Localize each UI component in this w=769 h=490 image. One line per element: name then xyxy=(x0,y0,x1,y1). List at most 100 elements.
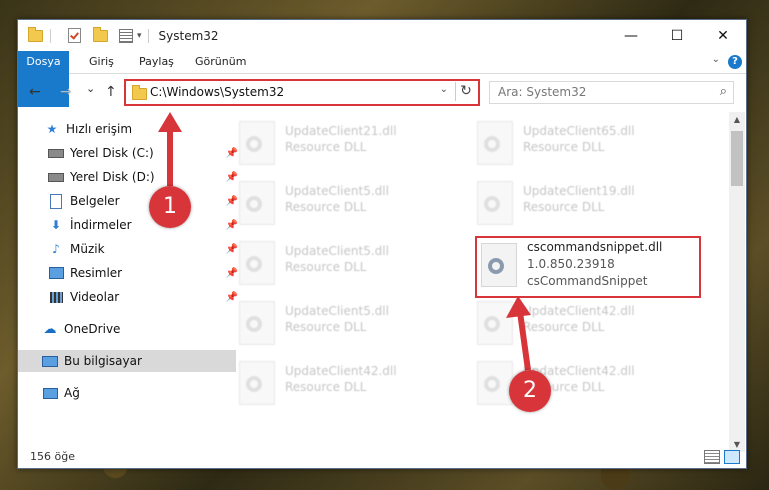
file-version: 1.0.850.23918 xyxy=(527,257,615,271)
vertical-scrollbar[interactable]: ▲ ▼ xyxy=(729,112,745,452)
search-placeholder: Ara: System32 xyxy=(498,85,587,99)
details-view-icon[interactable] xyxy=(704,450,720,464)
drive-icon xyxy=(48,170,64,184)
tab-paylas[interactable]: Paylaş xyxy=(139,51,174,73)
file-name: UpdateClient5.dll xyxy=(285,244,389,258)
file-type: Resource DLL xyxy=(285,140,367,154)
sidebar-item-label: Resimler xyxy=(70,266,123,280)
new-folder-icon[interactable] xyxy=(91,26,109,45)
address-text[interactable]: C:\Windows\System32 xyxy=(150,85,284,99)
sidebar-item-quick-access[interactable]: ★ Hızlı erişim xyxy=(18,118,238,140)
music-icon: ♪ xyxy=(52,242,60,256)
help-icon[interactable]: ? xyxy=(728,55,742,69)
folder-icon xyxy=(26,26,44,45)
file-item[interactable]: UpdateClient19.dll Resource DLL xyxy=(473,176,703,232)
file-name: cscommandsnippet.dll xyxy=(527,240,663,254)
file-item[interactable]: UpdateClient42.dll Resource DLL xyxy=(473,356,703,412)
file-item-cscommandsnippet[interactable]: cscommandsnippet.dll 1.0.850.23918 csCom… xyxy=(475,236,701,298)
sidebar-item-label: Yerel Disk (C:) xyxy=(70,146,154,160)
ribbon-tabs: Dosya Giriş Paylaş Görünüm ⌄ ? xyxy=(18,51,746,107)
sidebar-item-videos[interactable]: Videolar 📌 xyxy=(18,286,242,308)
file-type: Resource DLL xyxy=(285,320,367,334)
back-button[interactable]: ← xyxy=(29,84,41,100)
dll-file-icon xyxy=(477,301,513,345)
sidebar-item-label: Bu bilgisayar xyxy=(64,354,142,368)
sidebar-item-this-pc[interactable]: Bu bilgisayar xyxy=(18,350,236,372)
file-name: UpdateClient21.dll xyxy=(285,124,397,138)
address-bar[interactable]: C:\Windows\System32 ⌄ ↻ xyxy=(124,79,480,106)
file-type: Resource DLL xyxy=(523,200,605,214)
chevron-down-icon[interactable]: ⌄ xyxy=(440,84,448,95)
sidebar-item-label: Videolar xyxy=(70,290,120,304)
minimize-button[interactable]: — xyxy=(608,20,654,51)
sidebar-item-label: Müzik xyxy=(70,242,105,256)
sidebar-item-onedrive[interactable]: ☁ OneDrive xyxy=(18,318,236,340)
tiles-view-icon[interactable] xyxy=(724,450,740,464)
file-type: Resource DLL xyxy=(285,260,367,274)
file-name: UpdateClient5.dll xyxy=(285,184,389,198)
file-name: UpdateClient42.dll xyxy=(523,304,635,318)
sidebar-item-pictures[interactable]: Resimler 📌 xyxy=(18,262,242,284)
file-item[interactable]: UpdateClient5.dll Resource DLL xyxy=(235,296,465,352)
tab-gorunum[interactable]: Görünüm xyxy=(195,51,246,73)
file-name: UpdateClient42.dll xyxy=(285,364,397,378)
properties-check-icon[interactable] xyxy=(65,27,83,45)
sidebar-item-label: Belgeler xyxy=(70,194,120,208)
file-name: UpdateClient19.dll xyxy=(523,184,635,198)
dll-file-icon xyxy=(239,241,275,285)
scroll-up-icon[interactable]: ▲ xyxy=(729,115,745,124)
item-count: 156 öğe xyxy=(30,450,75,463)
sidebar-item-label: İndirmeler xyxy=(70,218,132,232)
navigation-pane: ★ Hızlı erişim Yerel Disk (C:) 📌 Yerel D… xyxy=(18,112,238,428)
chevron-down-icon[interactable]: ▾ xyxy=(137,31,142,41)
star-icon: ★ xyxy=(46,122,58,136)
picture-icon xyxy=(48,266,64,280)
download-icon: ⬇ xyxy=(50,218,62,232)
dll-file-icon xyxy=(477,181,513,225)
file-type: Resource DLL xyxy=(285,200,367,214)
expand-ribbon-icon[interactable]: ⌄ xyxy=(712,54,720,65)
file-type: Resource DLL xyxy=(523,320,605,334)
customize-list-icon[interactable] xyxy=(117,27,135,45)
file-item[interactable]: UpdateClient65.dll Resource DLL xyxy=(473,116,703,172)
divider xyxy=(50,28,51,43)
sidebar-item-disk-d[interactable]: Yerel Disk (D:) 📌 xyxy=(18,166,242,188)
recent-locations-button[interactable]: ⌄ xyxy=(86,82,95,95)
up-button[interactable]: ↑ xyxy=(105,84,117,100)
file-item[interactable]: UpdateClient21.dll Resource DLL xyxy=(235,116,465,172)
sidebar-item-downloads[interactable]: ⬇ İndirmeler 📌 xyxy=(18,214,242,236)
forward-button[interactable]: → xyxy=(60,84,72,100)
drive-icon xyxy=(48,146,64,160)
file-type: Resource DLL xyxy=(285,380,367,394)
sidebar-item-label: Yerel Disk (D:) xyxy=(70,170,155,184)
sidebar-item-label: Hızlı erişim xyxy=(66,122,133,136)
file-description: csCommandSnippet xyxy=(527,274,648,288)
file-name: UpdateClient65.dll xyxy=(523,124,635,138)
navigation-bar: ← → ⌄ ↑ C:\Windows\System32 ⌄ ↻ Ara: Sys… xyxy=(18,74,746,111)
scroll-thumb[interactable] xyxy=(731,131,743,186)
divider xyxy=(147,28,149,43)
file-item[interactable]: UpdateClient5.dll Resource DLL xyxy=(235,176,465,232)
folder-icon xyxy=(132,85,147,100)
network-icon xyxy=(42,386,58,400)
file-item[interactable]: UpdateClient5.dll Resource DLL xyxy=(235,236,465,292)
maximize-button[interactable]: ☐ xyxy=(654,20,700,51)
status-bar: 156 öğe xyxy=(18,447,746,467)
sidebar-item-documents[interactable]: Belgeler 📌 xyxy=(18,190,242,212)
file-item[interactable]: UpdateClient42.dll Resource DLL xyxy=(473,296,703,352)
refresh-button[interactable]: ↻ xyxy=(455,82,476,101)
step-2-badge: 2 xyxy=(509,370,551,412)
dll-file-icon xyxy=(239,181,275,225)
step-1-badge: 1 xyxy=(149,186,191,228)
cloud-icon: ☁ xyxy=(43,321,57,337)
sidebar-item-disk-c[interactable]: Yerel Disk (C:) 📌 xyxy=(18,142,242,164)
search-input[interactable]: Ara: System32 ⌕ xyxy=(489,81,734,104)
search-icon[interactable]: ⌕ xyxy=(720,84,727,99)
sidebar-item-music[interactable]: ♪ Müzik 📌 xyxy=(18,238,242,260)
sidebar-item-label: Ağ xyxy=(64,386,80,400)
close-button[interactable]: ✕ xyxy=(700,20,746,51)
file-item[interactable]: UpdateClient42.dll Resource DLL xyxy=(235,356,465,412)
tab-giris[interactable]: Giriş xyxy=(89,51,114,73)
sidebar-item-network[interactable]: Ağ xyxy=(18,382,236,404)
dll-file-icon xyxy=(477,361,513,405)
